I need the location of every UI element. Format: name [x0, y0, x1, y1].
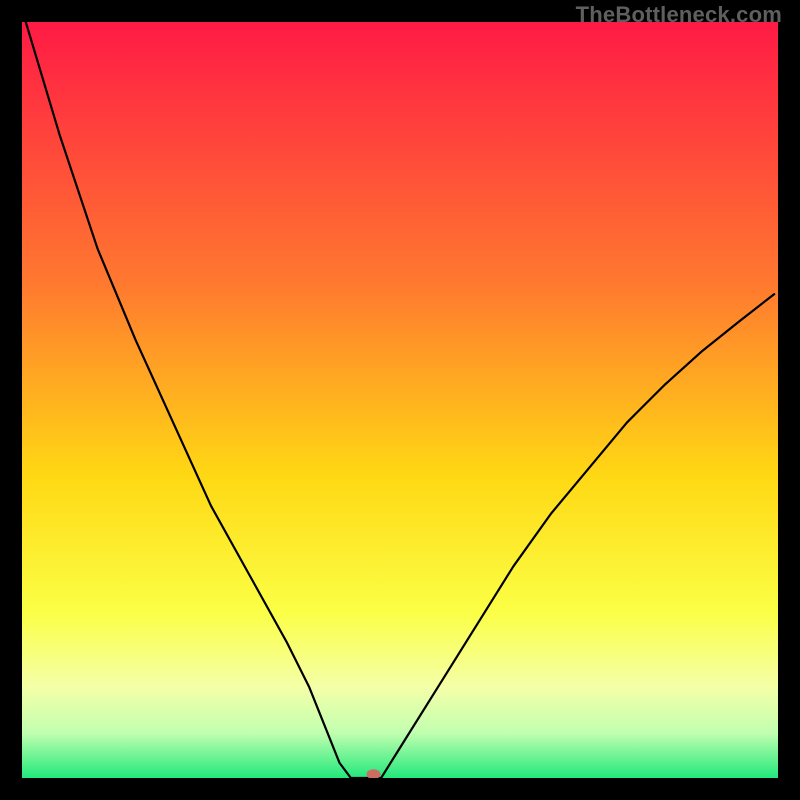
watermark-text: TheBottleneck.com: [576, 2, 782, 28]
gradient-background: [22, 22, 778, 778]
plot-area: [22, 22, 778, 778]
plot-svg: [22, 22, 778, 778]
chart-frame: TheBottleneck.com: [0, 0, 800, 800]
